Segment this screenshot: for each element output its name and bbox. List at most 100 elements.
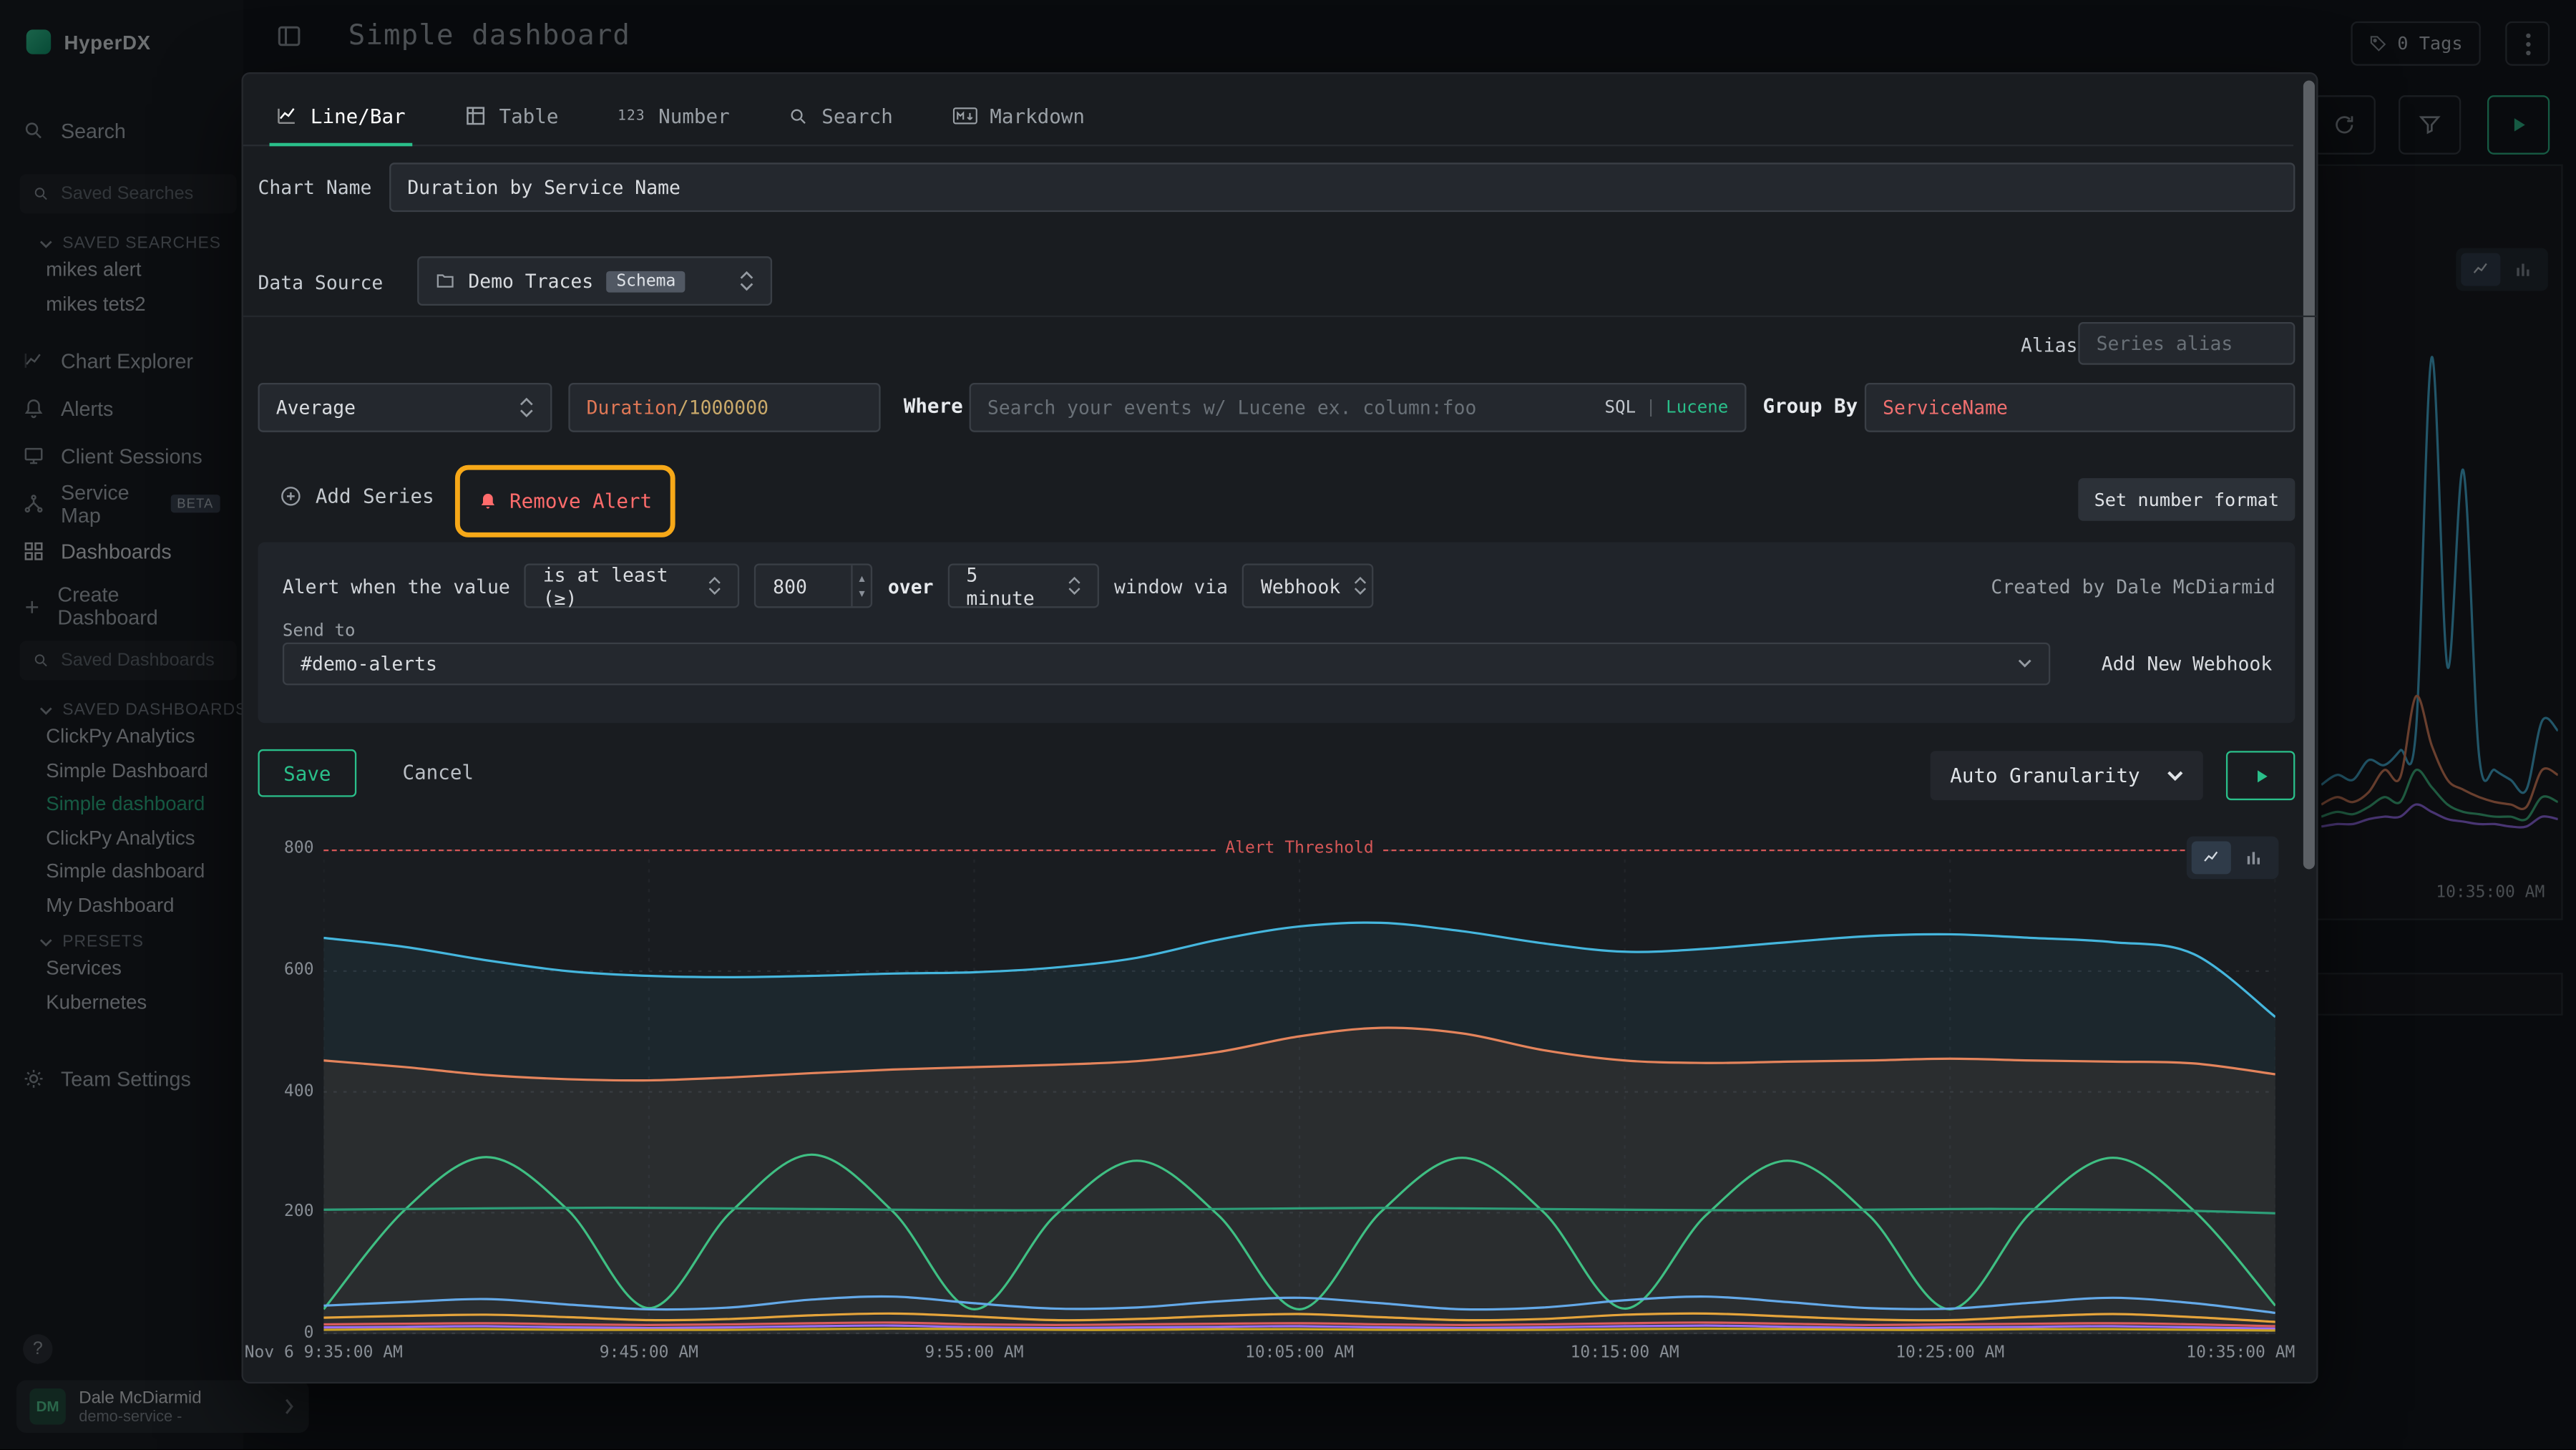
- send-to-label: Send to: [283, 621, 356, 641]
- x-tick-label: 10:35:00 AM: [2186, 1344, 2295, 1362]
- field-expression-input[interactable]: Duration/1000000: [568, 383, 880, 432]
- alias-label: Alias: [2021, 334, 2077, 356]
- section-divider: [243, 316, 2316, 317]
- edit-chart-modal: Line/Bar Table 123 Number Search: [243, 74, 2316, 1382]
- alert-window-value: 5 minute: [966, 563, 1055, 608]
- tab-search[interactable]: Search: [789, 87, 892, 145]
- line-chart-icon: [276, 105, 298, 127]
- alert-prefix-label: Alert when the value: [283, 574, 510, 597]
- chart-name-field-wrap: [389, 162, 2295, 212]
- field-primary: Duration: [587, 396, 678, 419]
- add-new-webhook-link[interactable]: Add New Webhook: [2102, 652, 2272, 675]
- tab-label: Markdown: [990, 104, 1085, 127]
- remove-alert-button-highlighted[interactable]: Remove Alert: [455, 465, 675, 537]
- aggregation-select[interactable]: Average: [258, 383, 552, 432]
- data-source-label: Data Source: [258, 271, 383, 294]
- alert-created-by: Created by Dale McDiarmid: [1991, 574, 2275, 597]
- group-by-value: ServiceName: [1883, 396, 2008, 419]
- plus-circle-icon: [279, 485, 302, 507]
- add-series-button[interactable]: Add Series: [279, 485, 434, 507]
- tab-line-bar[interactable]: Line/Bar: [276, 87, 406, 145]
- group-by-label: Group By: [1763, 394, 1858, 417]
- send-to-select[interactable]: #demo-alerts: [283, 643, 2050, 686]
- alert-chart-svg: [323, 850, 2275, 1334]
- tab-table[interactable]: Table: [464, 87, 558, 145]
- set-number-format-button[interactable]: Set number format: [2078, 478, 2295, 521]
- cancel-button[interactable]: Cancel: [402, 761, 474, 784]
- schema-badge: Schema: [607, 271, 686, 292]
- y-tick-label: 200: [258, 1203, 313, 1221]
- x-tick-label: 9:45:00 AM: [600, 1344, 698, 1362]
- bell-icon: [478, 491, 498, 511]
- select-updown-icon: [739, 271, 754, 291]
- alert-condition-select[interactable]: is at least (≥): [525, 563, 741, 608]
- where-label: Where: [904, 394, 963, 417]
- x-tick-label: 9:55:00 AM: [924, 1344, 1023, 1362]
- y-tick-label: 400: [258, 1083, 313, 1101]
- data-source-value: Demo Traces: [468, 270, 593, 293]
- send-to-value: #demo-alerts: [301, 652, 437, 675]
- lucene-toggle[interactable]: Lucene: [1666, 398, 1728, 418]
- x-tick-label: Nov 6 9:35:00 AM: [245, 1344, 403, 1362]
- chart-name-input[interactable]: [389, 162, 2295, 212]
- tab-number[interactable]: 123 Number: [618, 87, 730, 145]
- bar-chart-toggle[interactable]: [2234, 842, 2273, 875]
- search-icon: [789, 106, 809, 126]
- sql-toggle[interactable]: SQL: [1605, 398, 1636, 418]
- series-alias-input[interactable]: [2078, 322, 2295, 365]
- alert-condition-value: is at least (≥): [543, 563, 696, 608]
- set-number-format-label: Set number format: [2094, 489, 2280, 510]
- alias-field-wrap: [2078, 322, 2295, 365]
- modal-scrollbar[interactable]: [2303, 80, 2315, 869]
- line-chart-toggle[interactable]: [2192, 842, 2231, 875]
- select-updown-icon: [519, 398, 535, 418]
- remove-alert-label: Remove Alert: [509, 490, 652, 512]
- data-source-select[interactable]: Demo Traces Schema: [417, 256, 772, 306]
- alert-over-label: over: [888, 574, 934, 597]
- alert-threshold-label: Alert Threshold: [1216, 840, 1384, 857]
- save-button[interactable]: Save: [258, 749, 356, 797]
- number-stepper[interactable]: ▲▼: [851, 565, 872, 606]
- alert-preview-chart: 800 600 400 200 0 Alert Threshold Nov 6 …: [258, 829, 2295, 1367]
- alert-channel-value: Webhook: [1261, 574, 1340, 597]
- screen: HyperDX Search Saved Searches SAVED SEAR…: [0, 0, 2576, 1449]
- tab-label: Line/Bar: [311, 104, 406, 127]
- alert-via-label: window via: [1114, 574, 1228, 597]
- x-tick-label: 10:05:00 AM: [1245, 1344, 1354, 1362]
- markdown-icon: [952, 107, 976, 125]
- alert-config-panel: Alert when the value is at least (≥) ▲▼ …: [258, 542, 2295, 724]
- preview-run-button[interactable]: [2226, 751, 2295, 800]
- number-123-icon: 123: [618, 107, 645, 124]
- preview-chart-type-toggle: [2187, 837, 2279, 880]
- step-up-icon[interactable]: ▲: [859, 573, 864, 584]
- chevron-down-icon: [2017, 659, 2032, 669]
- tab-markdown[interactable]: Markdown: [952, 87, 1085, 145]
- alert-threshold-input[interactable]: [756, 565, 832, 606]
- chevron-down-icon: [2167, 770, 2183, 782]
- granularity-select[interactable]: Auto Granularity: [1931, 751, 2203, 800]
- alert-channel-select[interactable]: Webhook: [1243, 563, 1375, 608]
- chart-type-tabs: Line/Bar Table 123 Number Search: [243, 87, 2293, 147]
- tab-label: Table: [499, 104, 558, 127]
- alert-condition-row: Alert when the value is at least (≥) ▲▼ …: [283, 563, 2275, 608]
- x-tick-label: 10:15:00 AM: [1571, 1344, 1679, 1362]
- add-series-label: Add Series: [316, 485, 434, 507]
- chart-name-label: Chart Name: [258, 176, 371, 199]
- where-search-input[interactable]: Search your events w/ Lucene ex. column:…: [970, 383, 1747, 432]
- alert-threshold-line: Alert Threshold: [323, 850, 2275, 851]
- play-icon: [2252, 767, 2270, 784]
- group-by-input[interactable]: ServiceName: [1865, 383, 2296, 432]
- y-tick-label: 600: [258, 961, 313, 979]
- y-tick-label: 0: [258, 1324, 313, 1342]
- alert-window-select[interactable]: 5 minute: [948, 563, 1099, 608]
- step-down-icon[interactable]: ▼: [859, 588, 864, 599]
- select-updown-icon: [1354, 577, 1367, 595]
- aggregation-value: Average: [276, 396, 356, 419]
- toggle-separator: |: [1646, 398, 1657, 418]
- select-updown-icon: [1068, 577, 1081, 595]
- tab-label: Number: [658, 104, 730, 127]
- folder-icon: [435, 271, 455, 291]
- granularity-value: Auto Granularity: [1950, 764, 2140, 787]
- field-suffix: /1000000: [678, 396, 769, 419]
- tab-label: Search: [821, 104, 893, 127]
